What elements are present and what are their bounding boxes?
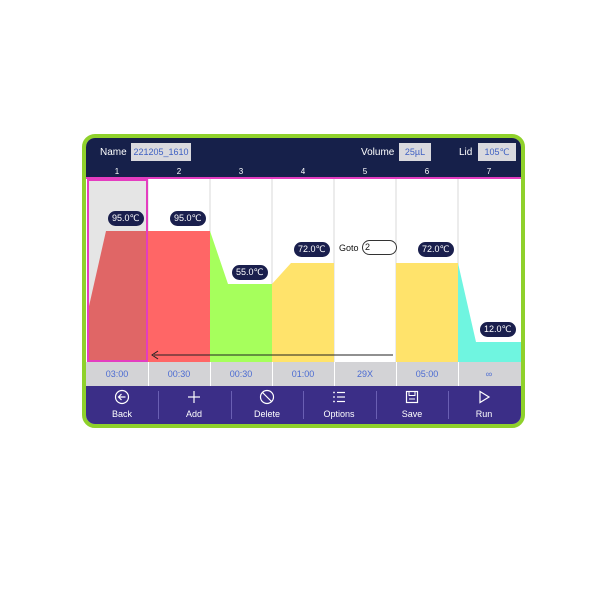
step-6-temp[interactable]: 72.0℃	[418, 242, 454, 257]
step-6-time[interactable]: 05:00	[396, 362, 458, 386]
header-bar: Name 221205_1610 Volume 25µL Lid 105℃	[86, 138, 521, 167]
add-button[interactable]: Add	[158, 386, 230, 424]
options-label: Options	[323, 409, 355, 419]
step-number-1[interactable]: 1	[86, 167, 148, 177]
step-7-area[interactable]	[458, 263, 521, 362]
step-4-temp[interactable]: 72.0℃	[294, 242, 330, 257]
step-3-time[interactable]: 00:30	[210, 362, 272, 386]
step-6-area[interactable]	[396, 263, 458, 362]
step-time-row: 03:00 00:30 00:30 01:00 29X 05:00 ∞	[86, 362, 521, 386]
delete-label: Delete	[253, 409, 280, 419]
step-number-3[interactable]: 3	[210, 167, 272, 177]
floppy-disk-icon	[405, 390, 419, 404]
volume-label: Volume	[361, 147, 395, 158]
step-4-area[interactable]	[272, 263, 334, 362]
step-3-area[interactable]	[210, 231, 272, 362]
back-arrow-circle-icon	[114, 389, 130, 405]
lid-temp-field[interactable]: 105℃	[478, 143, 516, 161]
step-4-time[interactable]: 01:00	[272, 362, 334, 386]
thermal-cycler-screen: Name 221205_1610 Volume 25µL Lid 105℃ 1 …	[82, 134, 525, 428]
step-3-temp[interactable]: 55.0℃	[232, 265, 268, 280]
step-number-bar: 1 2 3 4 5 6 7	[86, 167, 521, 179]
run-label: Run	[475, 409, 493, 419]
step-2-temp[interactable]: 95.0℃	[170, 211, 206, 226]
save-button[interactable]: Save	[376, 386, 448, 424]
bottom-toolbar: Back Add Delete Options Save Run	[86, 386, 521, 424]
step-number-7[interactable]: 7	[458, 167, 520, 177]
save-label: Save	[401, 409, 423, 419]
goto-label: Goto	[339, 243, 359, 253]
step-1-temp[interactable]: 95.0℃	[108, 211, 144, 226]
name-label: Name	[100, 147, 127, 158]
step-2-time[interactable]: 00:30	[148, 362, 210, 386]
back-label: Back	[111, 409, 132, 419]
back-button[interactable]: Back	[86, 386, 158, 424]
step-number-2[interactable]: 2	[148, 167, 210, 177]
goto-step-input[interactable]: 2	[362, 240, 397, 255]
lid-label: Lid	[459, 147, 473, 158]
step-number-5[interactable]: 5	[334, 167, 396, 177]
delete-button[interactable]: Delete	[231, 386, 303, 424]
step-number-4[interactable]: 4	[272, 167, 334, 177]
step-1-time[interactable]: 03:00	[86, 362, 148, 386]
run-button[interactable]: Run	[448, 386, 520, 424]
options-button[interactable]: Options	[303, 386, 375, 424]
name-field[interactable]: 221205_1610	[131, 143, 191, 161]
plus-icon	[188, 391, 200, 403]
step-number-6[interactable]: 6	[396, 167, 458, 177]
profile-svg	[87, 179, 521, 362]
list-icon	[333, 391, 345, 403]
step-7-temp[interactable]: 12.0℃	[480, 322, 516, 337]
temperature-profile-chart: 95.0℃ 95.0℃ 55.0℃ 72.0℃ Goto 2 72.0℃ 12.…	[86, 179, 521, 362]
step-2-area[interactable]	[148, 231, 210, 362]
add-label: Add	[185, 409, 202, 419]
step-5-cycles[interactable]: 29X	[334, 362, 396, 386]
prohibit-icon	[259, 389, 275, 405]
volume-field[interactable]: 25µL	[399, 143, 431, 161]
step-7-time[interactable]: ∞	[458, 362, 520, 386]
play-triangle-icon	[479, 390, 491, 404]
